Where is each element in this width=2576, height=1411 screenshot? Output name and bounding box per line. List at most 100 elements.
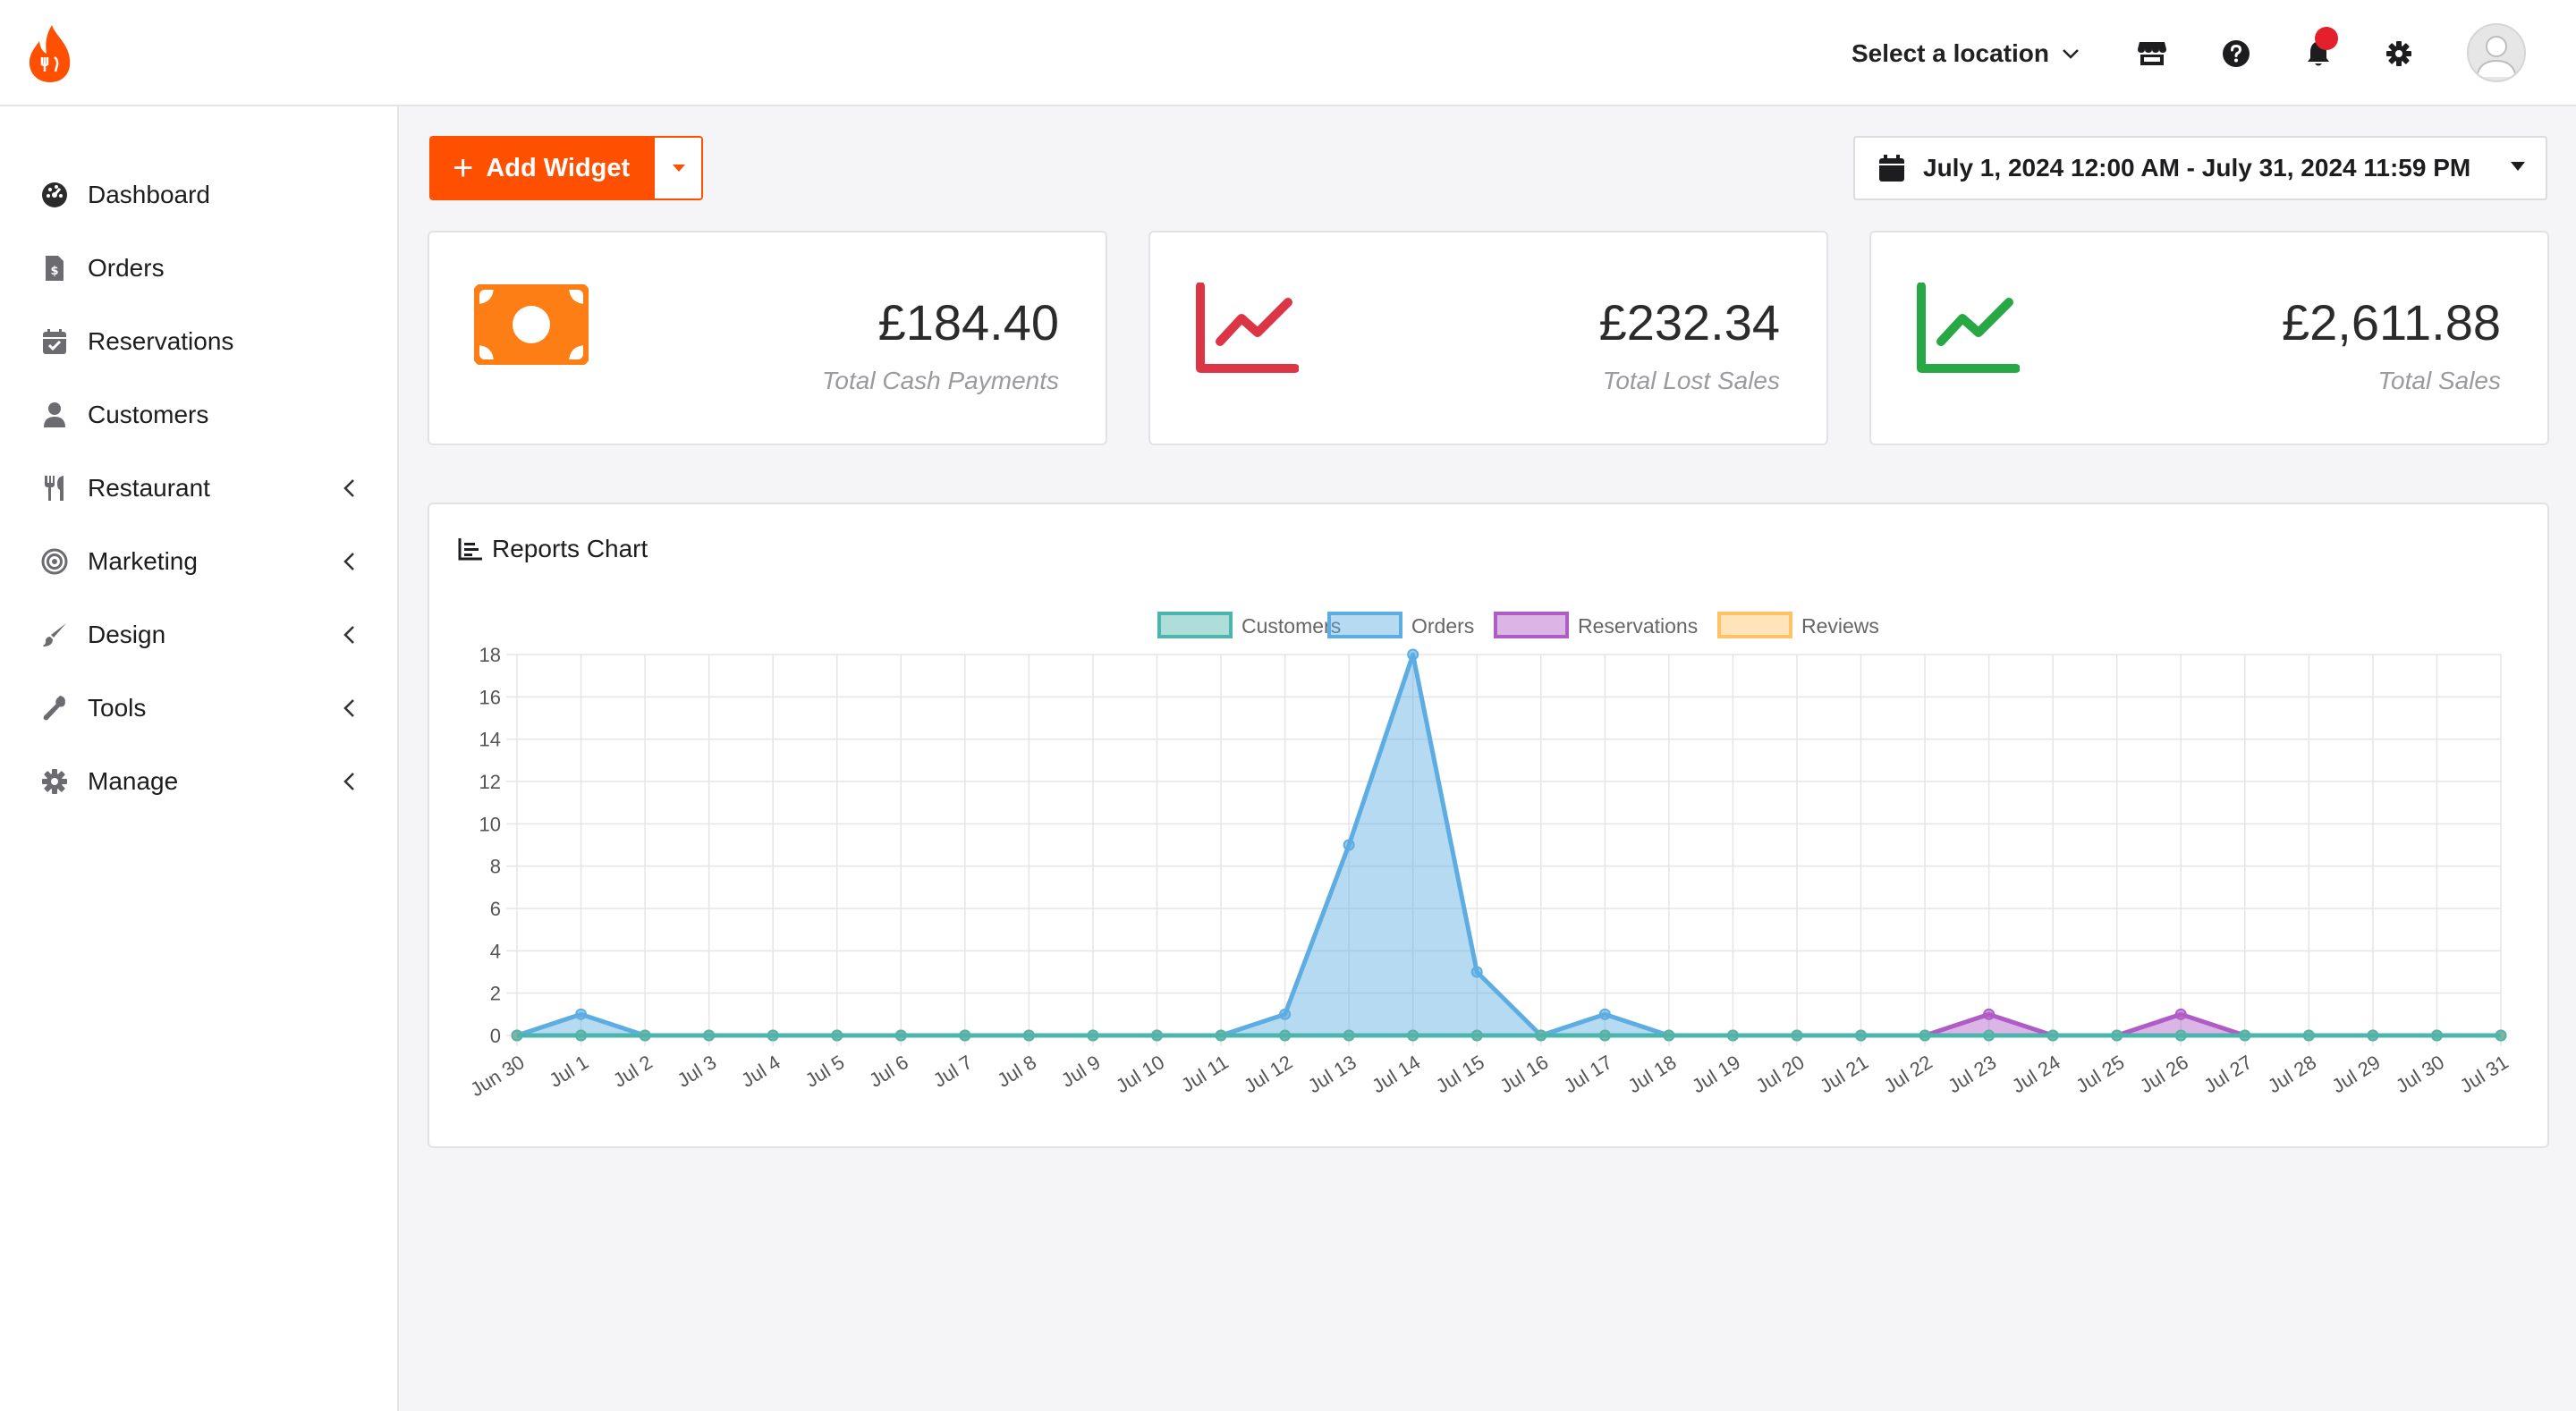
x-tick-label: Jul 6 xyxy=(865,1051,912,1092)
x-tick-label: Jul 24 xyxy=(2008,1051,2064,1097)
store-icon xyxy=(2138,42,2166,65)
sidebar-item-manage[interactable]: Manage xyxy=(0,755,397,808)
plus-icon: + xyxy=(453,148,474,188)
legend-label-customers: Customers xyxy=(1241,614,1341,638)
store-button[interactable] xyxy=(2134,36,2170,72)
y-tick-label: 4 xyxy=(490,940,501,962)
help-icon xyxy=(2223,40,2250,67)
chevron-left-icon xyxy=(338,624,360,646)
data-point-customers xyxy=(2239,1029,2251,1042)
x-tick-label: Jul 27 xyxy=(2199,1051,2256,1097)
help-button[interactable] xyxy=(2218,36,2254,72)
data-point-customers xyxy=(1407,1029,1419,1042)
caret-down-icon xyxy=(2511,162,2525,171)
x-tick-label: Jul 17 xyxy=(1560,1051,1616,1097)
data-point-customers xyxy=(1726,1029,1739,1042)
x-tick-label: Jul 9 xyxy=(1057,1051,1105,1092)
brand-logo[interactable] xyxy=(25,23,75,84)
x-tick-label: Jul 18 xyxy=(1623,1051,1680,1097)
sidebar-item-label: Tools xyxy=(88,694,147,722)
reports-chart: 0 2 4 6 8 10 12 14 16 18 Jun 30 Jul 1 Jul 2 Jul 3 Jul … xyxy=(466,612,2512,1101)
x-tick-label: Jul 22 xyxy=(1880,1051,1936,1097)
chevron-down-icon xyxy=(2063,49,2079,59)
x-tick-label: Jun 30 xyxy=(466,1051,528,1101)
data-point-customers xyxy=(1279,1029,1292,1042)
sidebar-item-customers[interactable]: Customers xyxy=(0,388,397,442)
x-tick-label: Jul 30 xyxy=(2392,1051,2448,1097)
data-point-customers xyxy=(2302,1029,2315,1042)
date-range-picker[interactable]: July 1, 2024 12:00 AM - July 31, 2024 11… xyxy=(1853,136,2547,200)
chevron-left-icon xyxy=(338,697,360,719)
data-point-customers xyxy=(1022,1029,1035,1042)
brush-icon xyxy=(39,620,70,650)
data-point-customers xyxy=(831,1029,843,1042)
avatar-icon xyxy=(2476,36,2517,78)
svg-text:$: $ xyxy=(50,265,58,278)
add-widget-button[interactable]: + Add Widget xyxy=(431,138,655,199)
location-select[interactable]: Select a location xyxy=(1852,36,2080,72)
data-point-reservations xyxy=(1983,1008,1996,1020)
user-avatar[interactable] xyxy=(2467,23,2526,82)
data-point-customers xyxy=(2046,1029,2059,1042)
data-point-customers xyxy=(767,1029,779,1042)
flame-icon xyxy=(29,25,71,82)
y-tick-label: 2 xyxy=(490,983,501,1005)
y-tick-label: 10 xyxy=(479,813,501,835)
sidebar-item-marketing[interactable]: Marketing xyxy=(0,535,397,588)
sidebar-item-reservations[interactable]: Reservations xyxy=(0,315,397,368)
data-point-customers xyxy=(2111,1029,2123,1042)
y-tick-label: 0 xyxy=(490,1025,501,1047)
legend-label-reservations: Reservations xyxy=(1578,614,1698,638)
stat-card-lost-sales: £232.34 Total Lost Sales xyxy=(1148,231,1828,445)
x-tick-label: Jul 25 xyxy=(2072,1051,2128,1097)
dashboard-icon xyxy=(39,180,70,210)
y-tick-label: 18 xyxy=(479,644,501,666)
sidebar-item-dashboard[interactable]: Dashboard xyxy=(0,168,397,222)
chevron-left-icon xyxy=(338,477,360,499)
calendar-icon xyxy=(1879,155,1904,182)
sidebar-item-label: Dashboard xyxy=(88,181,210,208)
stat-caption: Total Cash Payments xyxy=(821,367,1059,394)
data-point-customers xyxy=(575,1029,588,1042)
utensils-icon xyxy=(39,473,70,503)
add-widget-group: + Add Widget xyxy=(429,136,703,200)
x-tick-label: Jul 16 xyxy=(1496,1051,1552,1097)
x-tick-label: Jul 10 xyxy=(1112,1051,1168,1097)
data-point-customers xyxy=(1343,1029,1355,1042)
caret-down-icon xyxy=(673,165,685,172)
calendar-icon xyxy=(39,326,70,357)
x-tick-label: Jul 23 xyxy=(1944,1051,2000,1097)
data-point-customers xyxy=(959,1029,971,1042)
sidebar-item-restaurant[interactable]: Restaurant xyxy=(0,461,397,515)
legend-swatch-reviews xyxy=(1717,612,1792,638)
x-tick-label: Jul 1 xyxy=(546,1051,593,1092)
add-widget-dropdown-toggle[interactable] xyxy=(657,138,701,199)
reports-chart-card: Reports Chart 0 2 4 6 8 10 12 14 16 18 Jun 30 Jul 1… xyxy=(428,503,2549,1148)
x-tick-label: Jul 12 xyxy=(1240,1051,1296,1097)
x-tick-label: Jul 3 xyxy=(674,1051,721,1092)
data-point-customers xyxy=(639,1029,651,1042)
data-point-orders xyxy=(1343,839,1355,851)
sidebar-item-orders[interactable]: $ Orders xyxy=(0,241,397,295)
data-point-customers xyxy=(511,1029,523,1042)
sidebar-item-tools[interactable]: Tools xyxy=(0,681,397,735)
stat-value: £184.40 xyxy=(877,294,1059,351)
data-point-customers xyxy=(1470,1029,1483,1042)
x-tick-label: Jul 5 xyxy=(801,1051,849,1092)
data-point-customers xyxy=(2174,1029,2187,1042)
money-bill-icon xyxy=(472,283,590,369)
data-point-customers xyxy=(1598,1029,1611,1042)
stat-caption: Total Sales xyxy=(2377,367,2502,394)
x-tick-label: Jul 14 xyxy=(1368,1051,1424,1097)
x-tick-label: Jul 29 xyxy=(2328,1051,2385,1097)
gear-icon xyxy=(39,766,70,797)
orders-icon: $ xyxy=(39,253,70,283)
top-bar: Select a location xyxy=(0,0,2576,106)
sidebar-item-design[interactable]: Design xyxy=(0,608,397,662)
x-tick-label: Jul 13 xyxy=(1304,1051,1360,1097)
settings-button[interactable] xyxy=(2381,36,2417,72)
legend-label-orders: Orders xyxy=(1411,614,1474,638)
x-tick-label: Jul 8 xyxy=(993,1051,1040,1092)
data-point-orders xyxy=(1598,1008,1611,1020)
data-point-customers xyxy=(1919,1029,1931,1042)
